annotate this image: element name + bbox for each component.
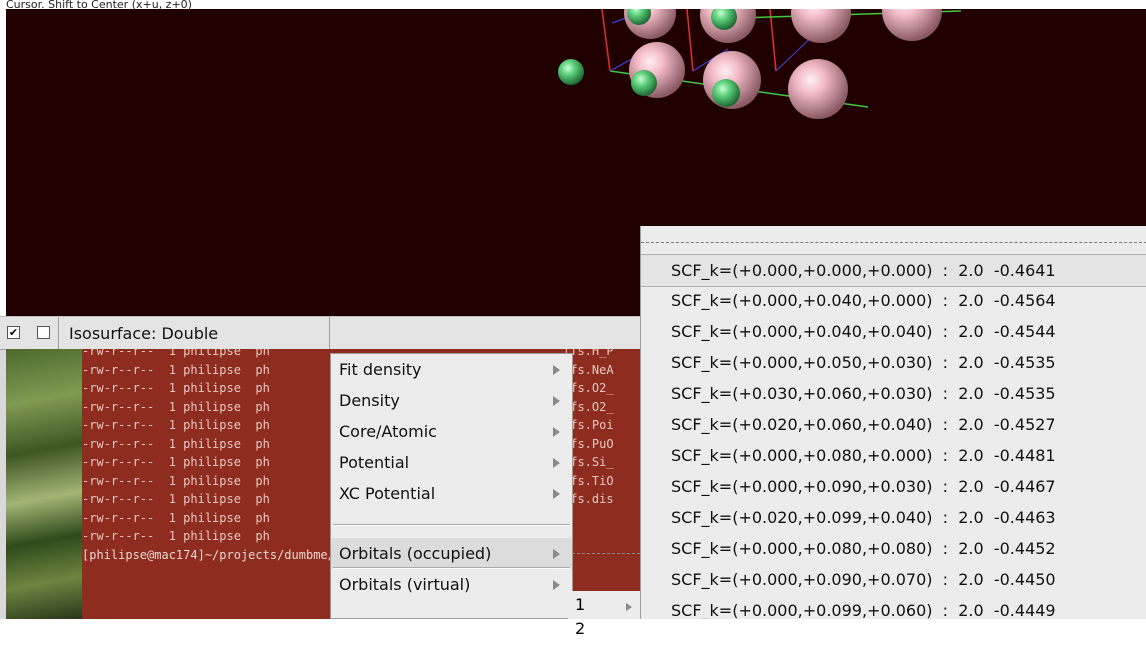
menu-item-label: Core/Atomic (339, 422, 437, 441)
orbital-menu-item[interactable]: SCF_k=(+0.000,+0.050,+0.030) : 2.0 -0.45… (641, 347, 1146, 378)
orbital-label: SCF_k=(+0.000,+0.000,+0.000) : 2.0 -0.46… (671, 261, 1056, 280)
orbital-label: SCF_k=(+0.000,+0.040,+0.000) : 2.0 -0.45… (671, 291, 1056, 310)
terminal-line-text: 1 philipse ph (154, 381, 270, 395)
menu-item-core-atomic[interactable]: Core/Atomic (331, 416, 572, 447)
menu-item-label: Fit density (339, 360, 422, 379)
atoms (558, 9, 942, 119)
orbital-label: SCF_k=(+0.000,+0.080,+0.000) : 2.0 -0.44… (671, 446, 1056, 465)
orbital-menu-item[interactable]: SCF_k=(+0.020,+0.099,+0.040) : 2.0 -0.44… (641, 502, 1146, 533)
menu-item-label: Orbitals (virtual) (339, 575, 471, 594)
submenu-tearoff-edge (572, 553, 640, 554)
orbital-label: SCF_k=(+0.030,+0.060,+0.030) : 2.0 -0.45… (671, 384, 1056, 403)
submenu-arrow-icon (553, 549, 560, 559)
orbital-menu-item[interactable]: SCF_k=(+0.020,+0.060,+0.040) : 2.0 -0.45… (641, 409, 1146, 440)
menu-item-label: Potential (339, 453, 410, 472)
orbital-menu-item[interactable]: SCF_k=(+0.000,+0.040,+0.000) : 2.0 -0.45… (641, 285, 1146, 316)
isosurface-visible-checkbox[interactable]: ✔ (7, 326, 20, 339)
submenu-arrow-icon (553, 365, 560, 375)
isosurface-secondary-checkbox[interactable] (37, 326, 50, 339)
terminal-line-text: 1 philipse ph (154, 362, 270, 377)
submenu-arrow-icon (553, 396, 560, 406)
terminal-line-text: 1 philipse ph (154, 473, 270, 488)
orbital-index-submenu: 1 2 (568, 591, 641, 638)
menu-item-label: XC Potential (339, 484, 436, 503)
orbital-label: SCF_k=(+0.020,+0.060,+0.040) : 2.0 -0.45… (671, 415, 1056, 434)
orbital-menu-item[interactable]: SCF_k=(+0.000,+0.090,+0.070) : 2.0 -0.44… (641, 564, 1146, 595)
menu-item-label: Density (339, 391, 400, 410)
submenu-arrow-icon (626, 603, 632, 611)
menu-separator (333, 567, 570, 569)
terminal-line-text: 1 philipse ph (154, 399, 270, 414)
orbital-label: SCF_k=(+0.000,+0.090,+0.030) : 2.0 -0.44… (671, 477, 1056, 496)
orbital-menu-item[interactable]: SCF_k=(+0.000,+0.080,+0.000) : 2.0 -0.44… (641, 440, 1146, 471)
orbital-menu-item[interactable]: SCF_k=(+0.000,+0.000,+0.000) : 2.0 -0.46… (641, 254, 1146, 287)
terminal-line-text: 1 philipse ph (154, 455, 270, 469)
terminal-line-text: 1 philipse ph (154, 418, 270, 432)
isosurface-toolbar: ✔ Isosurface: Double (0, 316, 640, 350)
isosurface-label: Isosurface: Double (69, 324, 219, 343)
menu-item-orbitals-virtual[interactable]: Orbitals (virtual) (331, 569, 572, 600)
orbital-label: SCF_k=(+0.000,+0.040,+0.040) : 2.0 -0.45… (671, 322, 1056, 341)
orbital-label: SCF_k=(+0.000,+0.090,+0.070) : 2.0 -0.44… (671, 570, 1056, 589)
orbital-label: SCF_k=(+0.000,+0.099,+0.060) : 2.0 -0.44… (671, 601, 1056, 619)
menu-item-density[interactable]: Density (331, 385, 572, 416)
isosurface-field-selector[interactable]: Isosurface: Double (58, 317, 330, 349)
submenu-arrow-icon (553, 427, 560, 437)
menu-item-fit-density[interactable]: Fit density (331, 354, 572, 385)
orbital-menu-item[interactable]: SCF_k=(+0.000,+0.040,+0.040) : 2.0 -0.45… (641, 316, 1146, 347)
submenu-item-2[interactable]: 2 (575, 611, 585, 647)
orbital-menu-item[interactable]: SCF_k=(+0.000,+0.099,+0.060) : 2.0 -0.44… (641, 595, 1146, 619)
orbital-label: SCF_k=(+0.000,+0.080,+0.080) : 2.0 -0.44… (671, 539, 1056, 558)
terminal-line-text: 1 philipse ph (154, 492, 270, 506)
menu-item-orbitals-occupied[interactable]: Orbitals (occupied) (331, 538, 572, 569)
terminal-line-text: 1 philipse ph (154, 529, 270, 543)
desktop-wallpaper-image (6, 349, 82, 619)
status-bar-text: Cursor. Shift to Center (x+u, z+0) (6, 0, 192, 9)
menu-tearoff-line[interactable] (641, 242, 1146, 243)
menu-separator (333, 524, 570, 526)
orbital-menu-item[interactable]: SCF_k=(+0.030,+0.060,+0.030) : 2.0 -0.45… (641, 378, 1146, 409)
orbital-menu-item[interactable]: SCF_k=(+0.000,+0.090,+0.030) : 2.0 -0.44… (641, 471, 1146, 502)
terminal-line-text: 1 philipse ph (154, 510, 270, 525)
menu-item-xc-potential[interactable]: XC Potential (331, 478, 572, 509)
fields-context-menu: Fit density Density Core/Atomic Potential XC… (330, 353, 573, 619)
orbital-menu-item[interactable]: SCF_k=(+0.000,+0.080,+0.080) : 2.0 -0.44… (641, 533, 1146, 564)
terminal-line-text: 1 philipse ph (154, 436, 270, 451)
orbital-label: SCF_k=(+0.020,+0.099,+0.040) : 2.0 -0.44… (671, 508, 1056, 527)
menu-item-potential[interactable]: Potential (331, 447, 572, 478)
submenu-arrow-icon (553, 580, 560, 590)
orbital-list-menu: SCF_k=(+0.000,+0.000,+0.000) : 2.0 -0.46… (640, 226, 1146, 619)
menu-item-label: Orbitals (occupied) (339, 544, 492, 563)
terminal-line-text: 1 philipse ph (154, 349, 270, 358)
submenu-arrow-icon (553, 458, 560, 468)
toolbar-divider (329, 317, 330, 349)
orbital-label: SCF_k=(+0.000,+0.050,+0.030) : 2.0 -0.45… (671, 353, 1056, 372)
submenu-arrow-icon (553, 489, 560, 499)
